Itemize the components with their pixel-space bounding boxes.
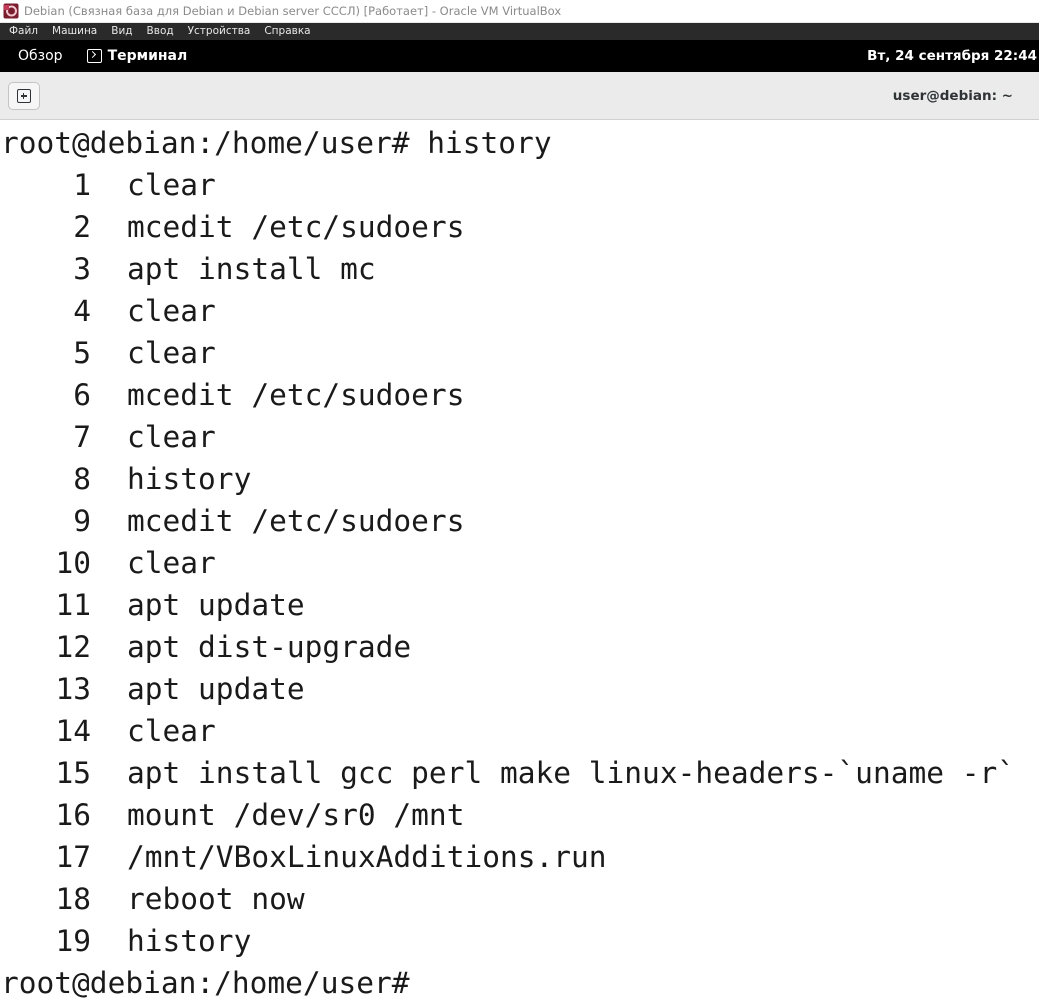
vbox-menubar: Файл Машина Вид Ввод Устройства Справка	[0, 23, 1039, 40]
history-number: 18	[55, 882, 91, 916]
history-number: 17	[55, 840, 91, 874]
history-line: 1 clear	[1, 164, 216, 206]
history-number: 3	[73, 252, 91, 286]
history-command: apt update	[127, 588, 305, 622]
new-tab-icon	[17, 89, 31, 103]
menu-machine[interactable]: Машина	[45, 23, 104, 40]
history-number: 14	[55, 714, 91, 748]
history-line: 16 mount /dev/sr0 /mnt	[1, 794, 464, 836]
history-line: 9 mcedit /etc/sudoers	[1, 500, 464, 542]
history-command: mcedit /etc/sudoers	[127, 210, 465, 244]
history-command: history	[127, 924, 252, 958]
menu-view[interactable]: Вид	[104, 23, 139, 40]
history-command: apt update	[127, 672, 305, 706]
history-line: 2 mcedit /etc/sudoers	[1, 206, 464, 248]
history-number: 15	[55, 756, 91, 790]
history-command: mount /dev/sr0 /mnt	[127, 798, 465, 832]
history-number: 1	[73, 168, 91, 202]
history-command: reboot now	[127, 882, 305, 916]
history-command: history	[127, 462, 252, 496]
history-command: clear	[127, 546, 216, 580]
terminal-output[interactable]: root@debian:/home/user# history 1 clear 2…	[0, 121, 1039, 1000]
menu-devices[interactable]: Устройства	[181, 23, 258, 40]
history-line: 18 reboot now	[1, 878, 305, 920]
history-command: clear	[127, 714, 216, 748]
history-line: 12 apt dist-upgrade	[1, 626, 411, 668]
history-number: 2	[73, 210, 91, 244]
history-line: 3 apt install mc	[1, 248, 376, 290]
prompt-line: root@debian:/home/user# history	[1, 126, 552, 160]
history-command: apt install gcc perl make linux-headers-…	[127, 756, 1016, 790]
history-number: 11	[55, 588, 91, 622]
terminal-window-title: user@debian: ~	[892, 88, 1013, 104]
history-command: apt dist-upgrade	[127, 630, 412, 664]
menu-file[interactable]: Файл	[2, 23, 45, 40]
history-number: 10	[55, 546, 91, 580]
history-line: 17/mnt/VBoxLinuxAdditions.run	[1, 836, 607, 878]
history-number: 5	[73, 336, 91, 370]
history-line: 5 clear	[1, 332, 216, 374]
history-command: /mnt/VBoxLinuxAdditions.run	[127, 840, 607, 874]
history-number: 7	[73, 420, 91, 454]
history-command: clear	[127, 168, 216, 202]
history-command: clear	[127, 420, 216, 454]
history-number: 4	[73, 294, 91, 328]
virtualbox-icon	[3, 3, 19, 19]
history-line: 14 clear	[1, 710, 216, 752]
history-number: 9	[73, 504, 91, 538]
history-line: 19 history	[1, 920, 251, 962]
activities-button[interactable]: Обзор	[0, 40, 77, 72]
clock[interactable]: Вт, 24 сентября 22:44	[867, 40, 1037, 72]
history-number: 8	[73, 462, 91, 496]
menu-help[interactable]: Справка	[257, 23, 317, 40]
terminal-icon	[86, 49, 102, 63]
app-menu-label: Терминал	[107, 48, 188, 64]
app-menu[interactable]: Терминал	[86, 48, 188, 64]
history-number: 6	[73, 378, 91, 412]
terminal-headerbar: user@debian: ~	[0, 72, 1039, 120]
history-line: 6 mcedit /etc/sudoers	[1, 374, 464, 416]
history-line: 8 history	[1, 458, 251, 500]
menu-input[interactable]: Ввод	[140, 23, 181, 40]
history-command: mcedit /etc/sudoers	[127, 378, 465, 412]
history-command: apt install mc	[127, 252, 376, 286]
history-line: 7 clear	[1, 416, 216, 458]
history-command: clear	[127, 294, 216, 328]
history-number: 13	[55, 672, 91, 706]
new-tab-button[interactable]	[8, 82, 40, 110]
history-number: 16	[55, 798, 91, 832]
history-line: 11 apt update	[1, 584, 305, 626]
vbox-window-title: Debian (Связная база для Debian и Debian…	[24, 4, 562, 18]
history-line: 15 apt install gcc perl make linux-header…	[1, 752, 1015, 794]
history-line: 4 clear	[1, 290, 216, 332]
history-line: 10 clear	[1, 542, 216, 584]
gnome-top-bar: Обзор Терминал Вт, 24 сентября 22:44	[0, 40, 1039, 72]
history-number: 12	[55, 630, 91, 664]
final-prompt-line: root@debian:/home/user#	[1, 966, 428, 1000]
history-number: 19	[55, 924, 91, 958]
history-line: 13 apt update	[1, 668, 305, 710]
history-command: clear	[127, 336, 216, 370]
vbox-titlebar: Debian (Связная база для Debian и Debian…	[0, 0, 1039, 23]
history-command: mcedit /etc/sudoers	[127, 504, 465, 538]
